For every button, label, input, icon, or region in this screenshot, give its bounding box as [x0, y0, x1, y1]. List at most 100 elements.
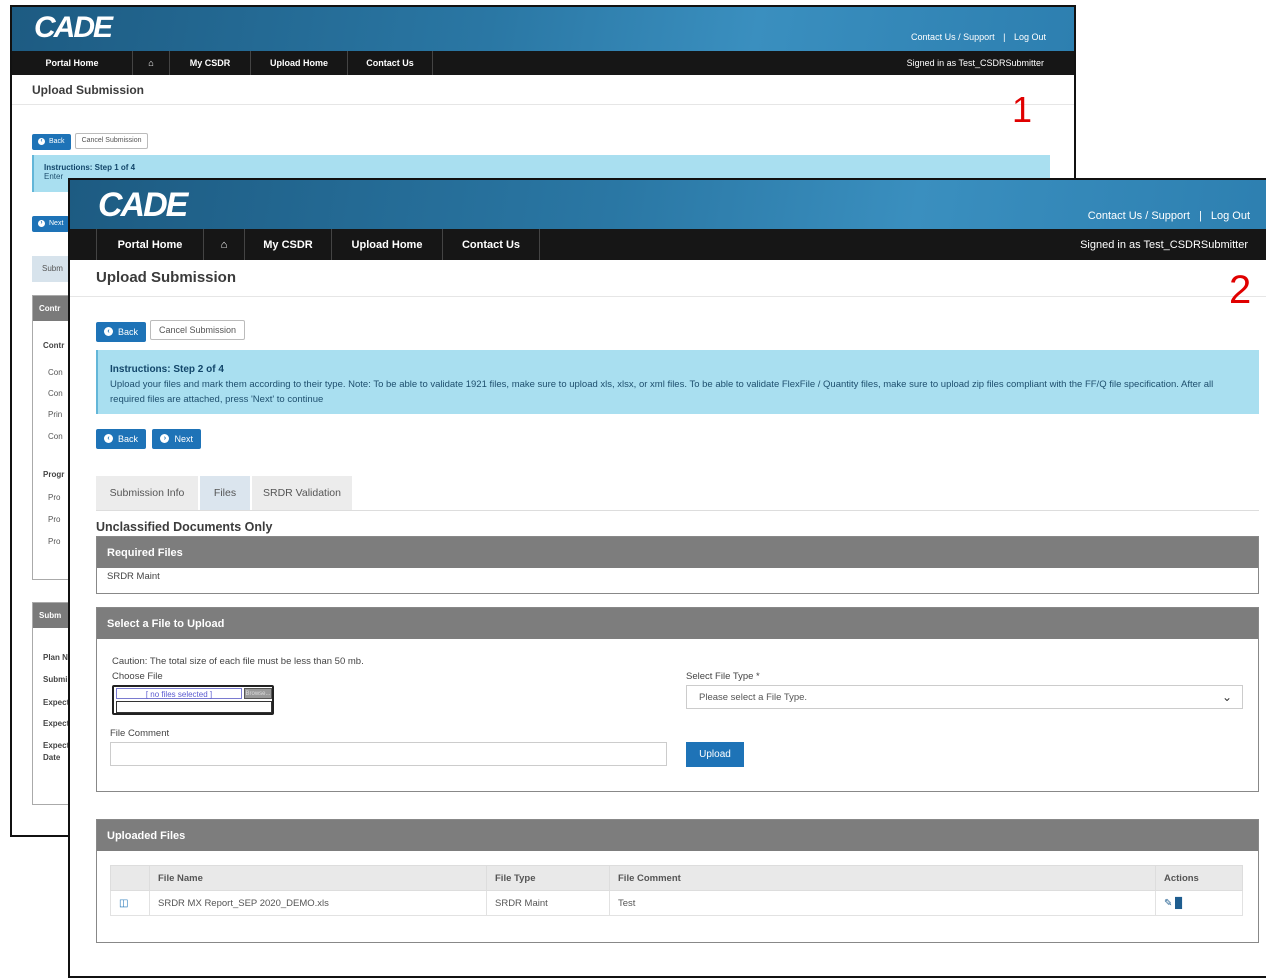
file-comment-cell: Test	[609, 890, 1156, 916]
column-header: File Name	[149, 865, 487, 891]
main-nav: Portal Home ⌂ My CSDR Upload Home Contac…	[12, 51, 1074, 75]
panel-label: Expect	[43, 719, 70, 728]
arrow-left-icon: ‹	[38, 138, 45, 145]
file-name-cell: SRDR MX Report_SEP 2020_DEMO.xls	[149, 890, 487, 916]
main-nav: Portal Home ⌂ My CSDR Upload Home Contac…	[70, 229, 1266, 260]
pencil-icon[interactable]: ✎	[1164, 898, 1172, 909]
panel-label: Expect	[43, 698, 70, 707]
select-file-header: Select a File to Upload	[97, 608, 1258, 639]
nav-portal-home[interactable]: Portal Home	[12, 51, 133, 75]
panel-label: Submi	[43, 675, 68, 684]
arrow-left-icon: ‹	[104, 434, 113, 443]
cade-logo: CADE	[98, 186, 188, 224]
action-buttons-top: ‹ Back Cancel Submission	[96, 320, 246, 342]
step-number-label: 2	[1229, 268, 1252, 312]
instructions-title: Instructions: Step 2 of 4	[110, 364, 224, 375]
home-icon[interactable]: ⌂	[204, 229, 245, 260]
next-label: Next	[174, 433, 193, 444]
page-title: Upload Submission	[70, 260, 1266, 297]
caution-text: Caution: The total size of each file mus…	[112, 656, 364, 667]
cancel-submission-button[interactable]: Cancel Submission	[150, 320, 246, 340]
link-separator: |	[1198, 210, 1202, 222]
header-banner: CADE Contact Us / Support | Log Out	[12, 7, 1074, 51]
tab-files[interactable]: Files	[200, 476, 250, 510]
tab-submission-info[interactable]: Submission Info	[96, 476, 198, 510]
column-header: File Type	[486, 865, 610, 891]
tab-bar: Submission Info Files SRDR Validation	[96, 476, 1259, 511]
next-button-stub: › Next	[32, 211, 70, 232]
cade-logo: CADE	[34, 11, 113, 44]
contact-support-link[interactable]: Contact Us / Support	[1088, 210, 1190, 222]
required-files-panel: Required Files SRDR Maint	[96, 536, 1259, 594]
nav-upload-home[interactable]: Upload Home	[332, 229, 443, 260]
signed-in-text: Signed in as Test_CSDRSubmitter	[1080, 238, 1248, 251]
column-header: Actions	[1155, 865, 1243, 891]
nav-contact-us[interactable]: Contact Us	[443, 229, 540, 260]
nav-portal-home[interactable]: Portal Home	[96, 229, 204, 260]
arrow-right-icon: ›	[38, 220, 45, 227]
file-path-field[interactable]	[116, 701, 272, 713]
instructions-box: Instructions: Step 2 of 4 Upload your fi…	[96, 350, 1259, 414]
panel-row: Prin	[48, 410, 63, 419]
home-icon[interactable]: ⌂	[133, 51, 170, 75]
file-comment-input[interactable]	[110, 742, 667, 766]
panel-row: Con	[48, 389, 63, 398]
cancel-submission-button[interactable]: Cancel Submission	[74, 132, 149, 149]
file-type-select[interactable]: Please select a File Type. ⌄	[686, 685, 1243, 709]
choose-file-label: Choose File	[112, 671, 163, 682]
page-title: Upload Submission	[12, 75, 1074, 105]
panel-label: Expect	[43, 741, 70, 750]
next-label: Next	[49, 220, 64, 227]
uploaded-files-table: File Name File Type File Comment Actions…	[110, 865, 1243, 916]
table-header-row: File Name File Type File Comment Actions	[110, 865, 1243, 891]
browse-button[interactable]: Browse...	[244, 688, 272, 699]
section-title: Unclassified Documents Only	[96, 520, 273, 534]
nav-upload-home[interactable]: Upload Home	[251, 51, 348, 75]
table-row: ◫ SRDR MX Report_SEP 2020_DEMO.xls SRDR …	[110, 890, 1243, 916]
no-file-selected: [ no files selected ]	[116, 688, 242, 699]
panel-label: Contr	[43, 341, 65, 350]
file-comment-label: File Comment	[110, 728, 170, 739]
panel-row: Con	[48, 368, 63, 377]
back-label: Back	[49, 138, 65, 145]
back-label: Back	[118, 433, 139, 444]
back-button[interactable]: ‹ Back	[96, 428, 147, 449]
nav-contact-us[interactable]: Contact Us	[348, 51, 433, 75]
step-number-label: 1	[1012, 89, 1033, 130]
nav-my-csdr[interactable]: My CSDR	[170, 51, 251, 75]
panel-row: Pro	[48, 537, 61, 546]
file-type-cell: SRDR Maint	[486, 890, 610, 916]
excel-file-icon: ◫	[110, 890, 150, 916]
icon-column-header	[110, 865, 150, 891]
logout-link[interactable]: Log Out	[1014, 32, 1046, 42]
next-button[interactable]: › Next	[32, 215, 70, 232]
tab-srdr-validation[interactable]: SRDR Validation	[252, 476, 352, 510]
trash-icon[interactable]: █	[1175, 898, 1182, 909]
nav-my-csdr[interactable]: My CSDR	[245, 229, 332, 260]
back-button[interactable]: ‹ Back	[32, 133, 71, 150]
action-buttons: ‹ Back Cancel Submission	[32, 129, 149, 150]
column-header: File Comment	[609, 865, 1156, 891]
file-chooser[interactable]: [ no files selected ] Browse...	[112, 685, 274, 715]
back-button[interactable]: ‹ Back	[96, 321, 147, 342]
logout-link[interactable]: Log Out	[1211, 210, 1250, 222]
action-buttons-bottom: ‹ Back › Next	[96, 427, 201, 449]
window-step-2: CADE Contact Us / Support | Log Out Port…	[68, 178, 1266, 978]
header-banner: CADE Contact Us / Support | Log Out	[70, 180, 1266, 229]
actions-cell: ✎ █	[1155, 890, 1243, 916]
chevron-down-icon: ⌄	[1221, 690, 1232, 704]
upload-button[interactable]: Upload	[686, 742, 744, 767]
signed-in-text: Signed in as Test_CSDRSubmitter	[906, 58, 1044, 68]
panel-row: Pro	[48, 515, 61, 524]
contact-support-link[interactable]: Contact Us / Support	[911, 32, 995, 42]
panel-label: Progr	[43, 470, 65, 479]
required-file-item: SRDR Maint	[107, 571, 160, 582]
next-button[interactable]: › Next	[152, 428, 201, 449]
link-separator: |	[1003, 32, 1006, 42]
arrow-left-icon: ‹	[104, 327, 113, 336]
panel-row: Pro	[48, 493, 61, 502]
panel-row: Con	[48, 432, 63, 441]
top-links: Contact Us / Support | Log Out	[911, 32, 1046, 42]
top-links: Contact Us / Support | Log Out	[1088, 210, 1250, 222]
